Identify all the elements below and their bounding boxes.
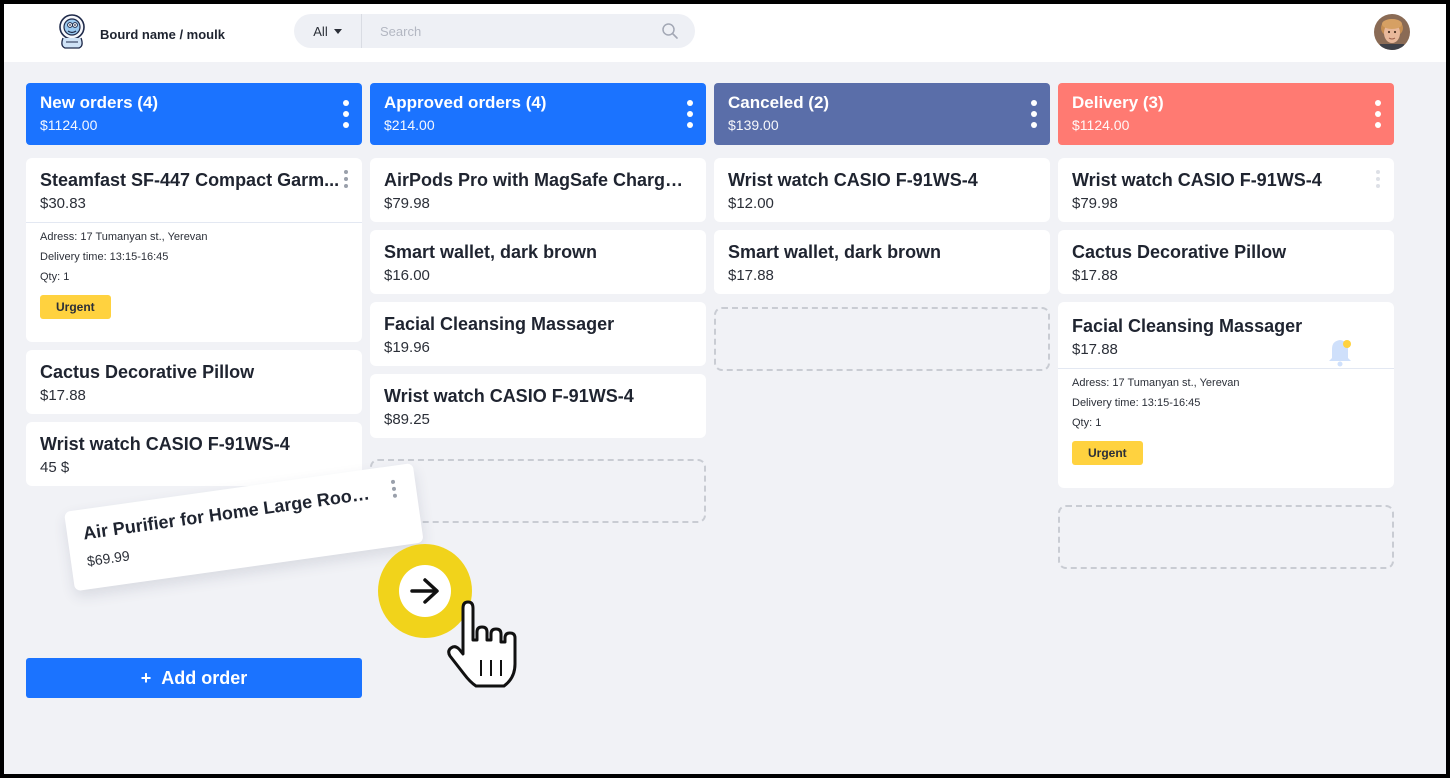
order-card[interactable]: Facial Cleansing Massager $19.96 xyxy=(370,302,706,366)
app-frame: Bourd name / moulk All Search New orders… xyxy=(4,4,1446,774)
kebab-menu-icon[interactable] xyxy=(1030,100,1038,128)
order-card[interactable]: Facial Cleansing Massager $17.88 Adress:… xyxy=(1058,302,1394,488)
card-address: Adress: 17 Tumanyan st., Yerevan xyxy=(1072,377,1240,389)
card-divider xyxy=(1058,368,1394,369)
urgent-badge: Urgent xyxy=(1072,441,1143,465)
column-new-orders: New orders (4) $1124.00 xyxy=(26,83,362,145)
hand-pointer-icon xyxy=(447,600,517,688)
card-price: $17.88 xyxy=(40,387,86,404)
card-title: Wrist watch CASIO F-91WS-4 xyxy=(40,434,290,454)
card-price: $79.98 xyxy=(384,195,430,212)
card-title: Wrist watch CASIO F-91WS-4 xyxy=(728,170,978,190)
column-total: $1124.00 xyxy=(40,117,98,133)
column-header: Canceled (2) $139.00 xyxy=(714,83,1050,145)
kebab-menu-icon[interactable] xyxy=(342,100,350,128)
kebab-menu-icon[interactable] xyxy=(344,170,350,188)
drop-zone[interactable] xyxy=(1058,505,1394,569)
order-card[interactable]: Steamfast SF-447 Compact Garm... $30.83 … xyxy=(26,158,362,342)
card-title: Steamfast SF-447 Compact Garm... xyxy=(40,170,340,190)
column-title: Approved orders (4) xyxy=(384,93,547,112)
card-title: Facial Cleansing Massager xyxy=(1072,316,1303,336)
order-card[interactable]: Cactus Decorative Pillow $17.88 xyxy=(1058,230,1394,294)
card-price: $16.00 xyxy=(384,267,430,284)
user-avatar[interactable] xyxy=(1374,14,1410,50)
card-quantity: Qty: 1 xyxy=(40,271,70,283)
card-price: $17.88 xyxy=(1072,267,1118,284)
column-header: Approved orders (4) $214.00 xyxy=(370,83,706,145)
column-title: New orders (4) xyxy=(40,93,159,112)
card-delivery-time: Delivery time: 13:15-16:45 xyxy=(1072,397,1201,409)
column-total: $139.00 xyxy=(728,117,779,133)
card-title: Smart wallet, dark brown xyxy=(728,242,942,262)
card-title: Cactus Decorative Pillow xyxy=(1072,242,1287,262)
bell-icon[interactable] xyxy=(1326,335,1354,367)
order-card[interactable]: Smart wallet, dark brown $16.00 xyxy=(370,230,706,294)
move-indicator-inner xyxy=(399,565,451,617)
chevron-down-icon xyxy=(333,28,342,34)
drop-zone[interactable] xyxy=(370,459,706,523)
kebab-menu-icon[interactable] xyxy=(1374,100,1382,128)
column-title: Canceled (2) xyxy=(728,93,830,112)
kebab-menu-icon[interactable] xyxy=(390,479,399,499)
avatar-image xyxy=(1374,14,1410,50)
card-address: Adress: 17 Tumanyan st., Yerevan xyxy=(40,231,208,243)
search-icon[interactable] xyxy=(661,22,679,40)
arrow-right-icon xyxy=(410,578,439,604)
card-title: AirPods Pro with MagSafe Chargi... xyxy=(384,170,684,190)
card-divider xyxy=(26,222,362,223)
filter-dropdown[interactable]: All xyxy=(294,14,362,48)
column-total: $1124.00 xyxy=(1072,117,1130,133)
card-price: $17.88 xyxy=(728,267,774,284)
top-bar: Bourd name / moulk All xyxy=(4,4,1446,62)
column-canceled: Canceled (2) $139.00 xyxy=(714,83,1050,145)
card-price: $79.98 xyxy=(1072,195,1118,212)
kebab-menu-icon[interactable] xyxy=(1376,170,1382,188)
order-card[interactable]: Smart wallet, dark brown $17.88 xyxy=(714,230,1050,294)
kebab-menu-icon[interactable] xyxy=(686,100,694,128)
card-title: Cactus Decorative Pillow xyxy=(40,362,255,382)
add-order-label: Add order xyxy=(161,667,248,688)
card-price: $19.96 xyxy=(384,339,430,356)
card-price: $12.00 xyxy=(728,195,774,212)
order-card[interactable]: Wrist watch CASIO F-91WS-4 $79.98 xyxy=(1058,158,1394,222)
urgent-badge: Urgent xyxy=(40,295,111,319)
column-header: Delivery (3) $1124.00 xyxy=(1058,83,1394,145)
column-delivery: Delivery (3) $1124.00 xyxy=(1058,83,1394,145)
card-price: $30.83 xyxy=(40,195,86,212)
order-card[interactable]: Wrist watch CASIO F-91WS-4 $89.25 xyxy=(370,374,706,438)
card-quantity: Qty: 1 xyxy=(1072,417,1102,429)
order-card[interactable]: Cactus Decorative Pillow $17.88 xyxy=(26,350,362,414)
plus-icon: + xyxy=(140,667,152,688)
filter-label: All xyxy=(313,23,328,39)
card-delivery-time: Delivery time: 13:15-16:45 xyxy=(40,251,169,263)
search-bar: All xyxy=(294,14,695,48)
card-price: 45 $ xyxy=(40,459,70,476)
add-order-button[interactable]: + Add order xyxy=(26,658,362,698)
order-card[interactable]: AirPods Pro with MagSafe Chargi... $79.9… xyxy=(370,158,706,222)
search-input[interactable] xyxy=(370,14,650,48)
column-title: Delivery (3) xyxy=(1072,93,1164,112)
board-name: Bourd name / moulk xyxy=(100,27,225,42)
drop-zone[interactable] xyxy=(714,307,1050,371)
mascot-logo-icon[interactable] xyxy=(54,12,90,50)
card-price: $89.25 xyxy=(384,411,430,428)
card-title: Wrist watch CASIO F-91WS-4 xyxy=(1072,170,1322,190)
card-title: Smart wallet, dark brown xyxy=(384,242,598,262)
card-title: Facial Cleansing Massager xyxy=(384,314,615,334)
column-header: New orders (4) $1124.00 xyxy=(26,83,362,145)
card-title: Wrist watch CASIO F-91WS-4 xyxy=(384,386,634,406)
column-total: $214.00 xyxy=(384,117,435,133)
order-card[interactable]: Wrist watch CASIO F-91WS-4 $12.00 xyxy=(714,158,1050,222)
column-approved-orders: Approved orders (4) $214.00 xyxy=(370,83,706,145)
